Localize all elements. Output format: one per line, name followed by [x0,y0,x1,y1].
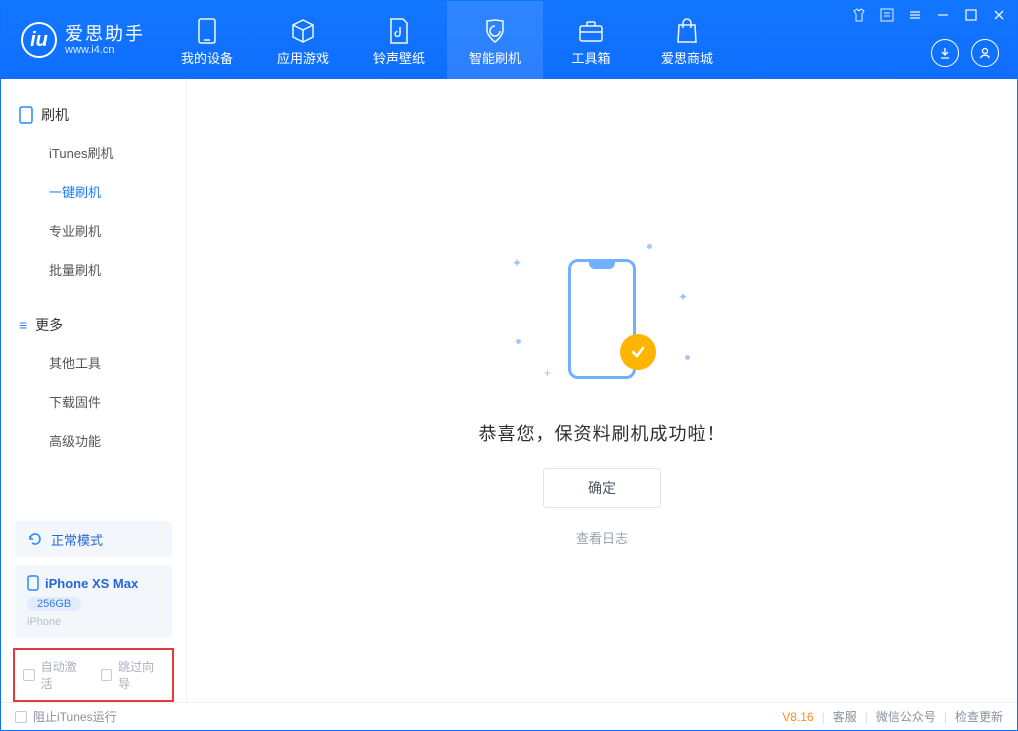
spark-icon: ✦ [512,256,522,270]
dot-icon [647,244,652,249]
nav-smart-flash[interactable]: 智能刷机 [447,1,543,79]
dot-icon [516,339,521,344]
opt-label: 跳过向导 [118,658,164,692]
opt-label: 自动激活 [41,658,87,692]
section-title: 更多 [35,315,63,335]
sidebar-item-download-firmware[interactable]: 下载固件 [1,382,186,421]
nav-label: 应用游戏 [277,48,329,67]
statusbar-link-update[interactable]: 检查更新 [955,708,1003,725]
device-card[interactable]: iPhone XS Max 256GB iPhone [15,565,172,638]
minimize-icon[interactable] [935,7,951,23]
title-bar: iu 爱思助手 www.i4.cn 我的设备 应用游戏 铃声壁纸 智能刷机 工具… [1,1,1017,79]
device-name-text: iPhone XS Max [45,576,138,591]
sidebar-item-other-tools[interactable]: 其他工具 [1,343,186,382]
sidebar: 刷机 iTunes刷机 一键刷机 专业刷机 批量刷机 ≡ 更多 其他工具 下载固… [1,79,187,702]
option-block-itunes[interactable]: 阻止iTunes运行 [15,708,117,725]
statusbar-link-wechat[interactable]: 微信公众号 [876,708,936,725]
cube-icon [290,18,316,44]
confirm-button[interactable]: 确定 [543,468,661,508]
main-nav: 我的设备 应用游戏 铃声壁纸 智能刷机 工具箱 爱思商城 [159,1,735,79]
feedback-icon[interactable] [879,7,895,23]
check-badge-icon [620,334,656,370]
checkbox-icon [101,669,113,681]
option-skip-guide[interactable]: 跳过向导 [101,658,165,692]
list-icon: ≡ [19,317,27,333]
tshirt-icon[interactable] [851,7,867,23]
spark-icon: + [544,366,551,380]
device-storage: 256GB [27,597,81,611]
option-auto-activate[interactable]: 自动激活 [23,658,87,692]
sidebar-item-itunes-flash[interactable]: iTunes刷机 [1,133,186,172]
sidebar-item-pro-flash[interactable]: 专业刷机 [1,211,186,250]
app-name: 爱思助手 [65,25,145,43]
nav-label: 智能刷机 [469,48,521,67]
mode-button[interactable]: 正常模式 [15,521,172,557]
checkbox-icon [15,711,27,723]
phone-icon [198,18,216,44]
close-icon[interactable] [991,7,1007,23]
version-label: V8.16 [782,710,813,724]
mode-label: 正常模式 [51,530,103,549]
toolbox-icon [578,18,604,44]
menu-icon[interactable] [907,7,923,23]
app-logo: iu 爱思助手 www.i4.cn [1,1,159,79]
user-button[interactable] [971,39,999,67]
sidebar-item-batch-flash[interactable]: 批量刷机 [1,250,186,289]
device-icon [19,106,33,124]
nav-apps-games[interactable]: 应用游戏 [255,1,351,79]
sidebar-section-flash: 刷机 [1,97,186,133]
nav-label: 我的设备 [181,48,233,67]
bag-icon [676,18,698,44]
checkbox-icon [23,669,35,681]
success-message: 恭喜您，保资料刷机成功啦！ [479,420,726,446]
sidebar-item-oneclick-flash[interactable]: 一键刷机 [1,172,186,211]
section-title: 刷机 [41,105,69,125]
opt-label: 阻止iTunes运行 [33,708,117,725]
nav-toolbox[interactable]: 工具箱 [543,1,639,79]
music-file-icon [388,18,410,44]
nav-label: 铃声壁纸 [373,48,425,67]
success-illustration: ✦ ✦ + [512,234,692,404]
sidebar-section-more: ≡ 更多 [1,307,186,343]
dot-icon [685,355,690,360]
logo-icon: iu [21,22,57,58]
statusbar-link-support[interactable]: 客服 [833,708,857,725]
app-url: www.i4.cn [65,45,145,56]
main-content: ✦ ✦ + 恭喜您，保资料刷机成功啦！ 确定 查看日志 [187,79,1017,702]
status-bar: 阻止iTunes运行 V8.16 | 客服 | 微信公众号 | 检查更新 [1,702,1017,730]
device-type: iPhone [27,616,160,628]
download-button[interactable] [931,39,959,67]
nav-store[interactable]: 爱思商城 [639,1,735,79]
spark-icon: ✦ [678,290,688,304]
maximize-icon[interactable] [963,7,979,23]
header-actions [931,39,999,67]
refresh-icon [27,531,43,547]
phone-icon [27,575,39,591]
nav-label: 爱思商城 [661,48,713,67]
nav-ringtone-wallpaper[interactable]: 铃声壁纸 [351,1,447,79]
shield-icon [483,18,507,44]
options-row: 自动激活 跳过向导 [13,648,174,702]
sidebar-item-advanced[interactable]: 高级功能 [1,421,186,460]
nav-label: 工具箱 [571,48,610,67]
window-controls [851,7,1007,23]
view-log-link[interactable]: 查看日志 [576,528,628,547]
nav-my-device[interactable]: 我的设备 [159,1,255,79]
